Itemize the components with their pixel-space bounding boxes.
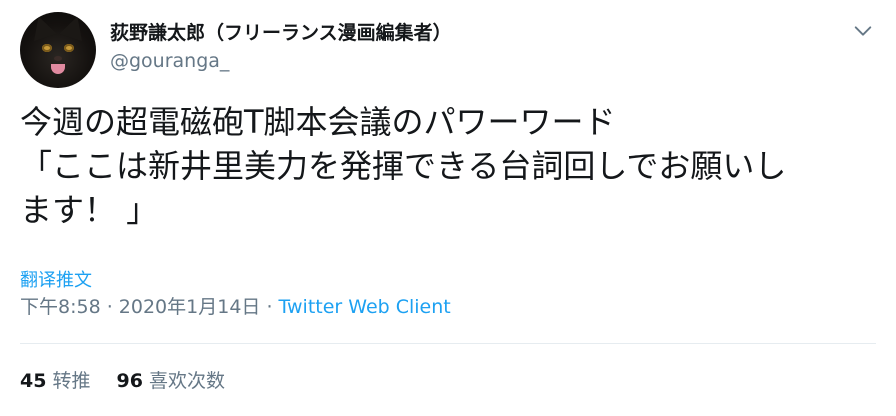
tweet-date[interactable]: 2020年1月14日 <box>119 296 261 318</box>
tweet-time[interactable]: 下午8:58 <box>20 296 101 318</box>
author-handle[interactable]: @gouranga_ <box>110 50 229 72</box>
meta-separator: · <box>100 296 119 318</box>
cat-eye-right <box>64 44 74 52</box>
tweet-text-line: 今週の超電磁砲T脚本会議のパワーワード <box>20 103 616 141</box>
likes-label: 喜欢次数 <box>149 370 226 392</box>
retweets-count: 45 <box>20 370 47 392</box>
translate-tweet-link[interactable]: 翻译推文 <box>20 266 92 292</box>
chevron-down-icon[interactable] <box>852 20 874 42</box>
tweet-text-line: ます！ 」 <box>20 191 159 229</box>
likes-count: 96 <box>116 370 143 392</box>
divider <box>20 343 876 344</box>
tweet-meta: 下午8:58 · 2020年1月14日 · Twitter Web Client <box>20 292 451 319</box>
meta-separator: · <box>260 296 279 318</box>
cat-ear-right <box>59 12 89 42</box>
retweets-stat[interactable]: 45 转推 <box>20 366 91 393</box>
author-display-name[interactable]: 荻野謙太郎（フリーランス漫画編集者） <box>110 18 452 45</box>
likes-stat[interactable]: 96 喜欢次数 <box>117 366 226 393</box>
tweet-client-link[interactable]: Twitter Web Client <box>279 296 451 318</box>
avatar[interactable] <box>20 12 96 88</box>
retweets-label: 转推 <box>52 370 91 392</box>
cat-tongue <box>51 64 65 74</box>
tweet-stats: 45 转推 96 喜欢次数 <box>20 366 225 393</box>
cat-nose <box>54 56 62 61</box>
cat-ear-left <box>27 12 57 42</box>
tweet-card: 荻野謙太郎（フリーランス漫画編集者） @gouranga_ 今週の超電磁砲T脚本… <box>0 0 896 416</box>
tweet-text-line: 「ここは新井里美力を発揮できる台詞回しでお願いし <box>20 147 787 185</box>
tweet-text: 今週の超電磁砲T脚本会議のパワーワード 「ここは新井里美力を発揮できる台詞回しで… <box>20 100 880 232</box>
cat-eye-left <box>42 44 52 52</box>
